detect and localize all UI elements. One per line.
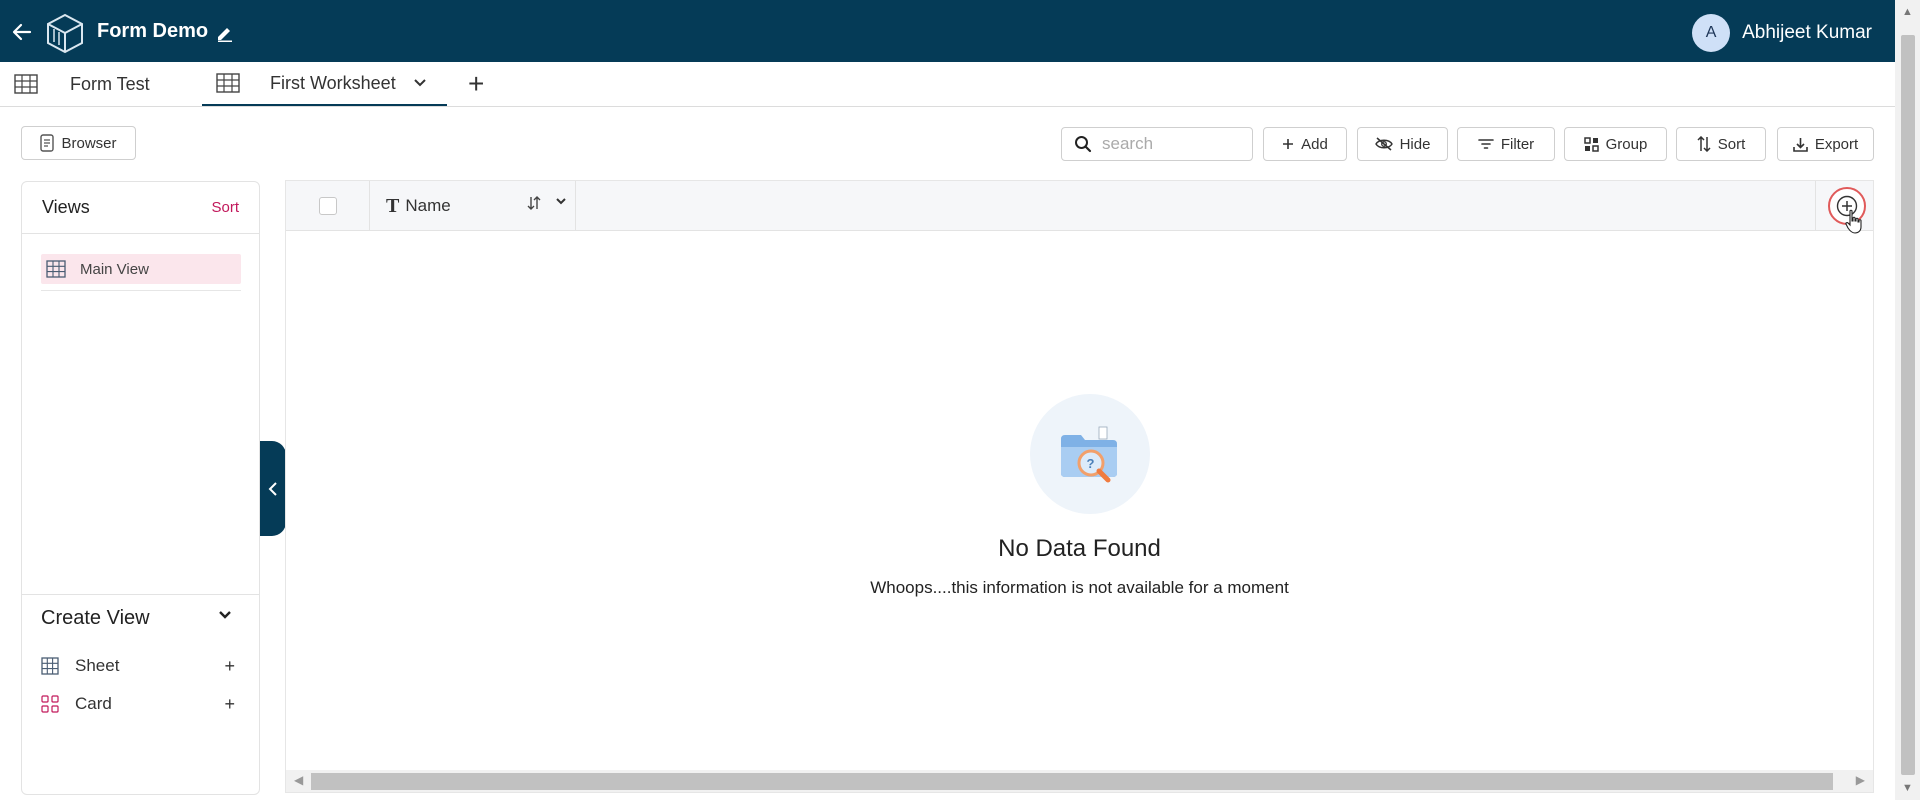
tab-form-test[interactable]: Form Test: [14, 62, 150, 106]
browser-button[interactable]: Browser: [21, 126, 136, 160]
view-item-label: Main View: [80, 260, 149, 278]
top-bar: Form Demo A Abhijeet Kumar: [0, 0, 1920, 67]
column-header-label: Name: [405, 196, 451, 215]
hide-label: Hide: [1399, 135, 1431, 153]
data-grid: T Name ? No Data Found Whoops....this in…: [285, 180, 1874, 793]
chevron-down-icon[interactable]: [556, 198, 566, 205]
browser-icon: [40, 134, 55, 152]
create-view-title: Create View: [41, 607, 150, 629]
search-icon: [1075, 136, 1092, 153]
views-panel: Views Sort Main View Create View Sheet +…: [21, 181, 260, 795]
export-label: Export: [1814, 135, 1859, 153]
plus-icon: [1283, 139, 1294, 149]
grid-icon: [41, 657, 59, 675]
divider: [22, 594, 259, 595]
create-item-label: Card: [75, 694, 112, 713]
grid-icon: [216, 73, 240, 93]
create-item-label: Sheet: [75, 656, 120, 675]
search-input[interactable]: [1102, 134, 1242, 154]
views-header: Views Sort: [22, 182, 259, 234]
divider: [41, 290, 241, 291]
search-box[interactable]: [1061, 127, 1253, 161]
horizontal-scrollbar[interactable]: ◀ ▶: [286, 770, 1873, 792]
grid-icon: [46, 260, 66, 278]
empty-state-title: No Data Found: [998, 535, 1161, 562]
sort-label: Sort: [1717, 135, 1746, 153]
sort-icon: [1697, 136, 1711, 152]
views-sort-link[interactable]: Sort: [211, 199, 239, 216]
plus-icon[interactable]: +: [224, 694, 235, 715]
group-icon: [1583, 136, 1599, 152]
view-item-main-view[interactable]: Main View: [41, 254, 241, 284]
download-icon: [1793, 137, 1808, 152]
views-title: Views: [42, 197, 90, 217]
scroll-down-arrow-icon[interactable]: ▼: [1902, 782, 1913, 794]
filter-label: Filter: [1500, 135, 1535, 153]
app-logo-icon: [44, 12, 86, 54]
sort-button[interactable]: Sort: [1676, 127, 1766, 161]
filter-button[interactable]: Filter: [1457, 127, 1555, 161]
column-header-name[interactable]: T Name: [370, 181, 576, 231]
plus-icon[interactable]: +: [224, 656, 235, 677]
edit-pencil-icon[interactable]: [216, 24, 234, 42]
card-icon: [41, 695, 59, 713]
scroll-up-arrow-icon[interactable]: ▲: [1902, 6, 1913, 18]
chevron-left-icon: [268, 481, 277, 496]
eye-off-icon: [1374, 137, 1393, 151]
svg-text:?: ?: [1087, 456, 1095, 471]
text-type-icon: T: [386, 194, 400, 217]
export-button[interactable]: Export: [1777, 127, 1874, 161]
add-button[interactable]: Add: [1263, 127, 1347, 161]
sort-icon[interactable]: [526, 195, 542, 211]
select-all-checkbox[interactable]: [318, 197, 337, 215]
add-tab-button[interactable]: +: [468, 68, 484, 100]
hand-cursor-icon: [1845, 209, 1862, 234]
scroll-right-arrow-icon[interactable]: ▶: [1856, 773, 1865, 787]
group-label: Group: [1605, 135, 1648, 153]
scrollbar-thumb[interactable]: [311, 773, 1833, 790]
create-view-sheet[interactable]: Sheet +: [41, 654, 241, 678]
empty-state-subtitle: Whoops....this information is not availa…: [870, 578, 1289, 597]
chevron-down-icon[interactable]: [218, 610, 232, 620]
collapse-panel-button[interactable]: [260, 441, 286, 536]
browser-label: Browser: [61, 134, 117, 152]
tab-label: First Worksheet: [270, 72, 396, 93]
add-column-cell: [1815, 181, 1873, 234]
vertical-scrollbar[interactable]: ▲ ▼: [1895, 0, 1920, 800]
grid-icon: [14, 74, 38, 94]
app-title: Form Demo: [97, 20, 209, 42]
grid-header: T Name: [286, 181, 1873, 234]
user-name: Abhijeet Kumar: [1742, 22, 1872, 43]
avatar[interactable]: A: [1692, 14, 1731, 52]
scroll-left-arrow-icon[interactable]: ◀: [294, 773, 303, 787]
add-label: Add: [1301, 135, 1328, 153]
empty-folder-search-icon: ?: [1030, 394, 1150, 514]
create-view-card[interactable]: Card +: [41, 692, 241, 716]
tab-label: Form Test: [70, 73, 150, 94]
tab-first-worksheet[interactable]: First Worksheet: [202, 62, 447, 106]
filter-icon: [1478, 139, 1494, 149]
worksheet-tabs: Form Test First Worksheet +: [0, 62, 1895, 107]
back-arrow-icon[interactable]: [10, 20, 36, 46]
scrollbar-thumb[interactable]: [1901, 35, 1915, 775]
user-menu[interactable]: A Abhijeet Kumar: [1692, 14, 1872, 52]
group-button[interactable]: Group: [1564, 127, 1667, 161]
chevron-down-icon[interactable]: [413, 79, 426, 87]
hide-button[interactable]: Hide: [1357, 127, 1448, 161]
select-all-cell: [286, 181, 370, 231]
